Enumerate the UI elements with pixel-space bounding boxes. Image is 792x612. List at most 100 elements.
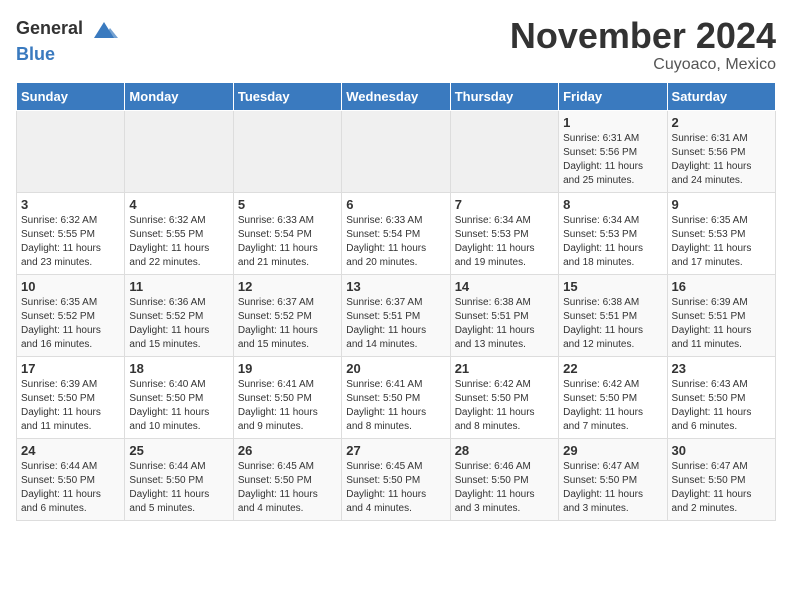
day-number: 8 <box>563 197 662 212</box>
day-number: 24 <box>21 443 120 458</box>
day-info: Sunrise: 6:37 AM Sunset: 5:51 PM Dayligh… <box>346 296 445 352</box>
day-number: 14 <box>455 279 554 294</box>
day-number: 23 <box>672 361 771 376</box>
day-number: 3 <box>21 197 120 212</box>
day-number: 21 <box>455 361 554 376</box>
day-cell: 20 Sunrise: 6:41 AM Sunset: 5:50 PM Dayli… <box>342 356 450 438</box>
header-cell-friday: Friday <box>559 82 667 110</box>
day-cell: 22Sunrise: 6:42 AM Sunset: 5:50 PM Dayli… <box>559 356 667 438</box>
day-info: Sunrise: 6:32 AM Sunset: 5:55 PM Dayligh… <box>21 214 120 270</box>
day-cell: 4 Sunrise: 6:32 AM Sunset: 5:55 PM Daylig… <box>125 192 233 274</box>
day-cell: 26 Sunrise: 6:45 AM Sunset: 5:50 PM Dayli… <box>233 438 341 520</box>
subtitle: Cuyoaco, Mexico <box>510 56 776 74</box>
logo-general: General <box>16 18 83 38</box>
day-number: 9 <box>672 197 771 212</box>
day-number: 27 <box>346 443 445 458</box>
day-number: 1 <box>563 115 662 130</box>
day-number: 12 <box>238 279 337 294</box>
day-info: Sunrise: 6:32 AM Sunset: 5:55 PM Dayligh… <box>129 214 228 270</box>
day-number: 30 <box>672 443 771 458</box>
day-cell: 8 Sunrise: 6:34 AM Sunset: 5:53 PM Daylig… <box>559 192 667 274</box>
header-row: SundayMondayTuesdayWednesdayThursdayFrid… <box>17 82 776 110</box>
day-number: 28 <box>455 443 554 458</box>
day-number: 15 <box>563 279 662 294</box>
day-cell: 1Sunrise: 6:31 AM Sunset: 5:56 PM Daylig… <box>559 110 667 192</box>
day-info: Sunrise: 6:33 AM Sunset: 5:54 PM Dayligh… <box>238 214 337 270</box>
header-cell-monday: Monday <box>125 82 233 110</box>
day-info: Sunrise: 6:41 AM Sunset: 5:50 PM Dayligh… <box>238 378 337 434</box>
week-row-0: 1 Sunrise: 6:31 AM Sunset: 5:56 PM Daylig… <box>17 110 776 192</box>
header-cell-thursday: Thursday <box>450 82 558 110</box>
day-info: Sunrise: 6:35 AM Sunset: 5:52 PM Dayligh… <box>21 296 120 352</box>
header-cell-saturday: Saturday <box>667 82 775 110</box>
day-number: 17 <box>21 361 120 376</box>
day-number: 18 <box>129 361 228 376</box>
day-cell: 19 Sunrise: 6:41 AM Sunset: 5:50 PM Dayli… <box>233 356 341 438</box>
day-number: 25 <box>129 443 228 458</box>
logo-blue: Blue <box>16 44 55 64</box>
day-info: Sunrise: 6:43 AM Sunset: 5:50 PM Dayligh… <box>672 378 771 434</box>
day-number: 22 <box>563 361 662 376</box>
day-info: Sunrise: 6:41 AM Sunset: 5:50 PM Dayligh… <box>346 378 445 434</box>
day-number: 7 <box>455 197 554 212</box>
day-cell: 5 Sunrise: 6:33 AM Sunset: 5:54 PM Daylig… <box>233 192 341 274</box>
day-cell: 24 Sunrise: 6:44 AM Sunset: 5:50 PM Dayli… <box>17 438 125 520</box>
day-info: Sunrise: 6:37 AM Sunset: 5:52 PM Dayligh… <box>238 296 337 352</box>
day-cell: 7 Sunrise: 6:34 AM Sunset: 5:53 PM Daylig… <box>450 192 558 274</box>
day-cell: 10 Sunrise: 6:35 AM Sunset: 5:52 PM Dayli… <box>17 274 125 356</box>
page-header: General Blue November 2024 Cuyoaco, Mexi… <box>16 16 776 74</box>
week-row-2: 10 Sunrise: 6:35 AM Sunset: 5:52 PM Dayli… <box>17 274 776 356</box>
day-number: 2 <box>672 115 771 130</box>
header-cell-wednesday: Wednesday <box>342 82 450 110</box>
day-cell <box>125 110 233 192</box>
day-cell: 11Sunrise: 6:36 AM Sunset: 5:52 PM Dayli… <box>125 274 233 356</box>
day-cell: 9 Sunrise: 6:35 AM Sunset: 5:53 PM Daylig… <box>667 192 775 274</box>
day-info: Sunrise: 6:31 AM Sunset: 5:56 PM Dayligh… <box>672 132 771 188</box>
day-info: Sunrise: 6:46 AM Sunset: 5:50 PM Dayligh… <box>455 460 554 516</box>
day-number: 5 <box>238 197 337 212</box>
day-cell <box>17 110 125 192</box>
day-number: 19 <box>238 361 337 376</box>
day-cell: 27Sunrise: 6:45 AM Sunset: 5:50 PM Dayli… <box>342 438 450 520</box>
calendar-table: SundayMondayTuesdayWednesdayThursdayFrid… <box>16 82 776 521</box>
day-info: Sunrise: 6:34 AM Sunset: 5:53 PM Dayligh… <box>563 214 662 270</box>
day-number: 4 <box>129 197 228 212</box>
week-row-3: 17 Sunrise: 6:39 AM Sunset: 5:50 PM Dayli… <box>17 356 776 438</box>
day-cell: 23 Sunrise: 6:43 AM Sunset: 5:50 PM Dayli… <box>667 356 775 438</box>
calendar-body: 1 Sunrise: 6:31 AM Sunset: 5:56 PM Daylig… <box>17 110 776 520</box>
day-info: Sunrise: 6:44 AM Sunset: 5:50 PM Dayligh… <box>129 460 228 516</box>
day-cell: 25 Sunrise: 6:44 AM Sunset: 5:50 PM Dayli… <box>125 438 233 520</box>
day-info: Sunrise: 6:47 AM Sunset: 5:50 PM Dayligh… <box>672 460 771 516</box>
month-title: November 2024 <box>510 16 776 56</box>
day-info: Sunrise: 6:38 AM Sunset: 5:51 PM Dayligh… <box>455 296 554 352</box>
day-info: Sunrise: 6:39 AM Sunset: 5:50 PM Dayligh… <box>21 378 120 434</box>
week-row-1: 3 Sunrise: 6:32 AM Sunset: 5:55 PM Daylig… <box>17 192 776 274</box>
day-number: 26 <box>238 443 337 458</box>
day-cell: 13 Sunrise: 6:37 AM Sunset: 5:51 PM Dayli… <box>342 274 450 356</box>
day-info: Sunrise: 6:33 AM Sunset: 5:54 PM Dayligh… <box>346 214 445 270</box>
header-cell-sunday: Sunday <box>17 82 125 110</box>
day-info: Sunrise: 6:44 AM Sunset: 5:50 PM Dayligh… <box>21 460 120 516</box>
day-number: 16 <box>672 279 771 294</box>
day-number: 11 <box>129 279 228 294</box>
day-cell: 21Sunrise: 6:42 AM Sunset: 5:50 PM Dayli… <box>450 356 558 438</box>
day-cell: 14 Sunrise: 6:38 AM Sunset: 5:51 PM Dayli… <box>450 274 558 356</box>
day-cell: 15Sunrise: 6:38 AM Sunset: 5:51 PM Dayli… <box>559 274 667 356</box>
day-info: Sunrise: 6:35 AM Sunset: 5:53 PM Dayligh… <box>672 214 771 270</box>
day-info: Sunrise: 6:39 AM Sunset: 5:51 PM Dayligh… <box>672 296 771 352</box>
day-info: Sunrise: 6:40 AM Sunset: 5:50 PM Dayligh… <box>129 378 228 434</box>
day-cell: 29Sunrise: 6:47 AM Sunset: 5:50 PM Dayli… <box>559 438 667 520</box>
day-cell: 28 Sunrise: 6:46 AM Sunset: 5:50 PM Dayli… <box>450 438 558 520</box>
day-info: Sunrise: 6:45 AM Sunset: 5:50 PM Dayligh… <box>238 460 337 516</box>
day-number: 13 <box>346 279 445 294</box>
day-number: 29 <box>563 443 662 458</box>
day-cell <box>342 110 450 192</box>
day-number: 10 <box>21 279 120 294</box>
day-info: Sunrise: 6:34 AM Sunset: 5:53 PM Dayligh… <box>455 214 554 270</box>
day-number: 6 <box>346 197 445 212</box>
day-cell <box>233 110 341 192</box>
day-number: 20 <box>346 361 445 376</box>
week-row-4: 24 Sunrise: 6:44 AM Sunset: 5:50 PM Dayli… <box>17 438 776 520</box>
day-cell: 16 Sunrise: 6:39 AM Sunset: 5:51 PM Dayli… <box>667 274 775 356</box>
header-cell-tuesday: Tuesday <box>233 82 341 110</box>
